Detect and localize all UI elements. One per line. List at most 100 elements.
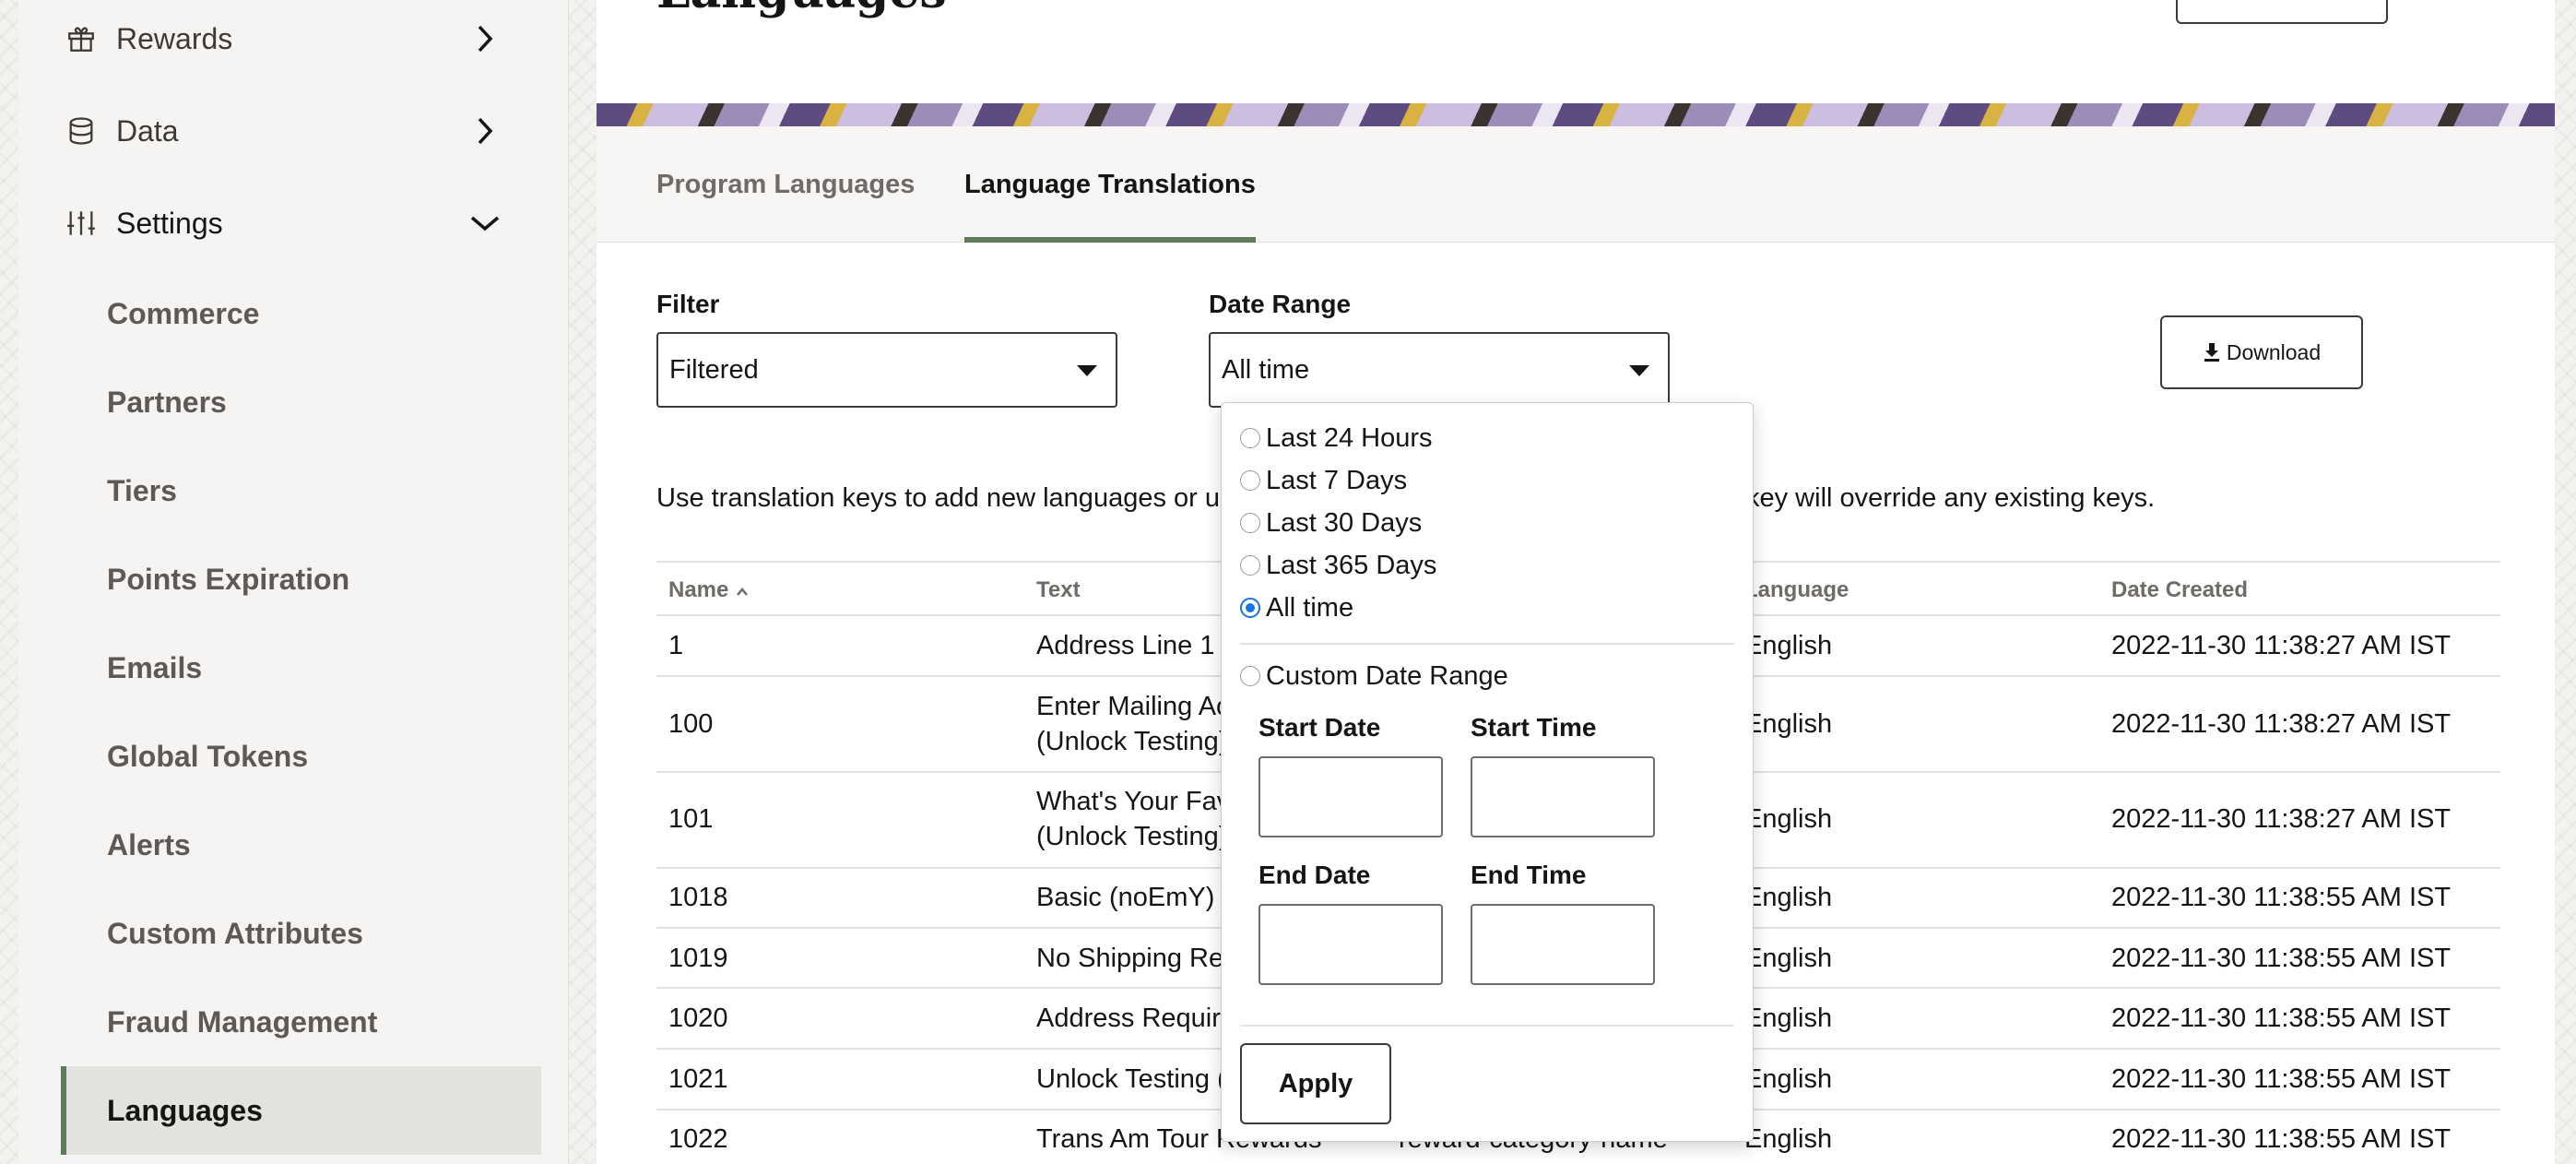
sort-ascending-icon (737, 588, 749, 596)
date-range-label: Date Range (1209, 290, 1352, 318)
cell-text-line: What's Your Fav (1036, 787, 1231, 816)
cell-language: English (1744, 944, 1833, 973)
cell-name: 1018 (668, 883, 728, 912)
option-last-365-days[interactable]: Last 365 Days (1240, 547, 1436, 584)
gift-icon (61, 18, 101, 59)
radio-button[interactable] (1240, 666, 1260, 686)
sidebar: Rewards Data Settings Commerce Partners … (18, 0, 569, 1164)
start-time-label: Start Time (1471, 713, 1597, 742)
tab-program-languages[interactable]: Program Languages (656, 126, 915, 243)
cell-language: English (1744, 1004, 1833, 1033)
cell-date: 2022-11-30 11:38:27 AM IST (2111, 804, 2452, 834)
help-text: Use translation keys to add new language… (656, 483, 2155, 514)
sidebar-item-tiers[interactable]: Tiers (61, 446, 541, 535)
option-label: Last 30 Days (1266, 507, 1423, 538)
cell-date: 2022-11-30 11:38:55 AM IST (2111, 1064, 2452, 1094)
chevron-right-icon (467, 20, 503, 57)
radio-button[interactable] (1240, 513, 1260, 533)
sidebar-item-languages[interactable]: Languages (61, 1066, 541, 1155)
end-date-input[interactable] (1258, 904, 1443, 985)
sidebar-item-global-tokens[interactable]: Global Tokens (61, 712, 541, 801)
sidebar-item-label: Data (116, 113, 179, 148)
end-time-input[interactable] (1471, 904, 1655, 985)
start-date-label: Start Date (1258, 713, 1381, 742)
sidebar-item-partners[interactable]: Partners (61, 358, 541, 446)
cell-name: 1022 (668, 1124, 728, 1154)
sidebar-item-custom-attributes[interactable]: Custom Attributes (61, 889, 541, 978)
header-action-button[interactable] (2176, 0, 2388, 24)
date-range-select[interactable]: All time (1209, 332, 1670, 408)
cell-name: 100 (668, 709, 714, 739)
cell-name: 1 (668, 631, 684, 660)
popover-divider (1240, 643, 1734, 645)
cell-language: English (1744, 1124, 1833, 1154)
option-last-24-hours[interactable]: Last 24 Hours (1240, 420, 1433, 457)
end-date-label: End Date (1258, 861, 1371, 889)
column-header-name[interactable]: Name (668, 577, 750, 603)
tab-language-translations[interactable]: Language Translations (964, 126, 1256, 243)
start-time-input[interactable] (1471, 756, 1655, 837)
radio-button[interactable] (1240, 470, 1260, 491)
column-header-language[interactable]: Language (1744, 577, 1849, 603)
cell-text: Basic (noEmY) (1036, 883, 1215, 912)
filter-select-value: Filtered (669, 354, 759, 385)
option-label: Last 7 Days (1266, 465, 1408, 495)
option-last-30-days[interactable]: Last 30 Days (1240, 505, 1422, 541)
cell-text: No Shipping Re (1036, 944, 1224, 973)
decorative-banner (597, 103, 2555, 126)
cell-name: 101 (668, 804, 714, 834)
caret-down-icon (1629, 365, 1649, 376)
option-label: Last 24 Hours (1266, 422, 1433, 453)
option-label: Custom Date Range (1266, 660, 1508, 691)
chevron-down-icon (467, 205, 503, 242)
radio-button[interactable] (1240, 555, 1260, 576)
cell-date: 2022-11-30 11:38:55 AM IST (2111, 883, 2452, 912)
cell-language: English (1744, 709, 1833, 739)
option-custom-date-range[interactable]: Custom Date Range (1240, 658, 1508, 695)
cell-text: Address Require (1036, 1004, 1235, 1033)
cell-text: Unlock Testing ( (1036, 1064, 1226, 1094)
chevron-right-icon (467, 113, 503, 149)
tab-bar: Program Languages Language Translations (597, 126, 2555, 243)
end-time-label: End Time (1471, 861, 1587, 889)
sidebar-item-emails[interactable]: Emails (61, 624, 541, 712)
sidebar-item-label: Rewards (116, 21, 233, 55)
cell-text-line: (Unlock Testing) (1036, 822, 1228, 851)
tab-label: Program Languages (656, 169, 916, 199)
caret-down-icon (1077, 365, 1097, 376)
column-header-date-created[interactable]: Date Created (2111, 577, 2248, 603)
sliders-icon (61, 203, 101, 243)
cell-text: Address Line 1 (1036, 631, 1215, 660)
cell-language: English (1744, 631, 1833, 660)
filter-select[interactable]: Filtered (656, 332, 1117, 408)
sidebar-item-fraud-management[interactable]: Fraud Management (61, 978, 541, 1066)
radio-button-selected[interactable] (1240, 598, 1260, 618)
download-button[interactable]: Download (2160, 315, 2363, 389)
sidebar-item-data[interactable]: Data (61, 103, 503, 159)
cell-date: 2022-11-30 11:38:55 AM IST (2111, 1124, 2452, 1154)
column-header-label: Name (668, 577, 729, 602)
radio-button[interactable] (1240, 428, 1260, 448)
popover-divider (1240, 1025, 1734, 1027)
option-last-7-days[interactable]: Last 7 Days (1240, 462, 1407, 499)
start-date-input[interactable] (1258, 756, 1443, 837)
cell-date: 2022-11-30 11:38:27 AM IST (2111, 631, 2452, 660)
cell-date: 2022-11-30 11:38:27 AM IST (2111, 709, 2452, 739)
tab-label: Language Translations (964, 169, 1256, 199)
cell-date: 2022-11-30 11:38:55 AM IST (2111, 944, 2452, 973)
page-title: Languages (656, 0, 947, 19)
cell-language: English (1744, 883, 1833, 912)
sidebar-item-alerts[interactable]: Alerts (61, 801, 541, 889)
help-text-left: Use translation keys to add new language… (656, 483, 1250, 513)
cell-text-line: (Unlock Testing) (1036, 727, 1228, 756)
cell-text-line: Enter Mailing Ac (1036, 692, 1230, 721)
sidebar-item-points-expiration[interactable]: Points Expiration (61, 535, 541, 624)
sidebar-item-rewards[interactable]: Rewards (61, 11, 503, 66)
download-icon (2204, 343, 2219, 362)
cell-text: What's Your Fav (Unlock Testing) (1036, 784, 1230, 854)
sidebar-item-commerce[interactable]: Commerce (61, 269, 541, 358)
option-all-time[interactable]: All time (1240, 589, 1353, 626)
sidebar-item-settings[interactable]: Settings (61, 196, 503, 251)
apply-button[interactable]: Apply (1240, 1043, 1391, 1124)
column-header-text[interactable]: Text (1036, 577, 1081, 603)
